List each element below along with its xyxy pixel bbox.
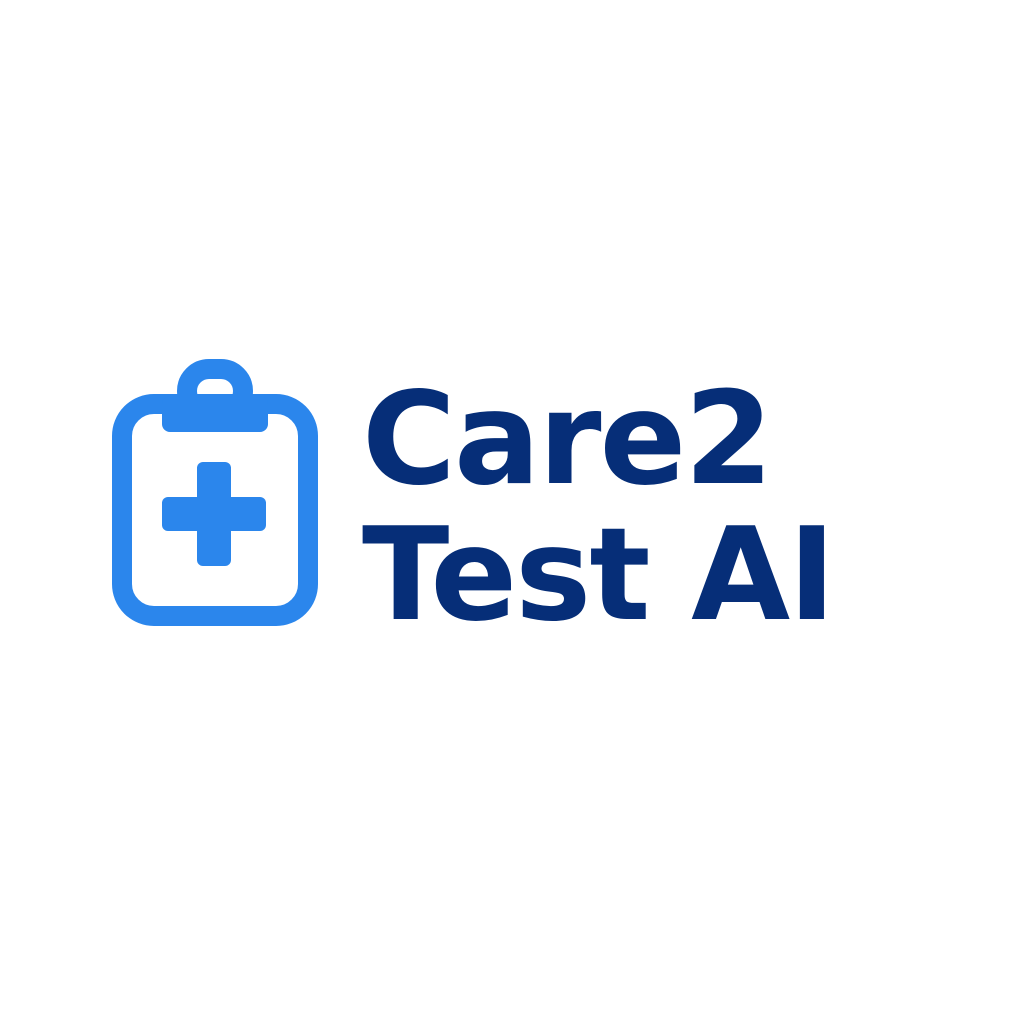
clipboard-medical-cross-icon — [112, 359, 318, 626]
clipboard-clip-bar — [162, 396, 268, 432]
brand-line-1: Care2 — [362, 365, 773, 514]
brand-line-2: Test AI — [362, 501, 836, 650]
medical-cross-horizontal — [162, 497, 266, 531]
brand-wordmark: Care2 Test AI — [362, 365, 836, 650]
logo-canvas: Care2 Test AI — [0, 0, 1024, 1024]
